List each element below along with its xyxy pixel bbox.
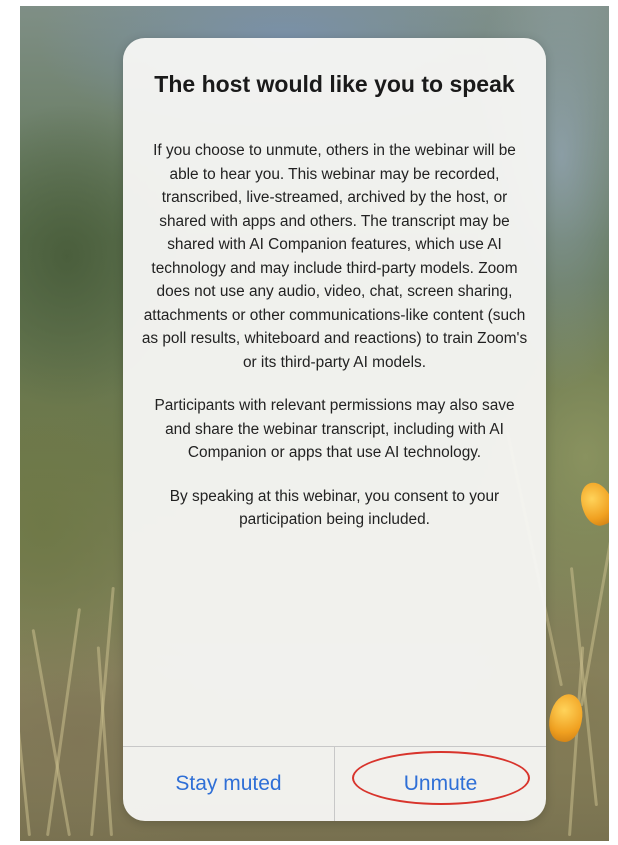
- speak-request-dialog: The host would like you to speak If you …: [123, 38, 546, 821]
- screenshot-frame: The host would like you to speak If you …: [0, 0, 618, 845]
- consent-notice-paragraph: By speaking at this webinar, you consent…: [169, 487, 500, 529]
- unmute-button[interactable]: Unmute: [335, 747, 546, 821]
- poppy-flower: [575, 478, 609, 530]
- grass-blade: [568, 646, 585, 837]
- grass-blade: [20, 567, 31, 837]
- transcript-notice-paragraph: Participants with relevant permissions m…: [154, 397, 515, 461]
- dialog-body: If you choose to unmute, others in the w…: [141, 139, 528, 552]
- stay-muted-button[interactable]: Stay muted: [123, 747, 334, 821]
- dialog-title: The host would like you to speak: [154, 71, 515, 97]
- privacy-notice-paragraph: If you choose to unmute, others in the w…: [141, 142, 528, 371]
